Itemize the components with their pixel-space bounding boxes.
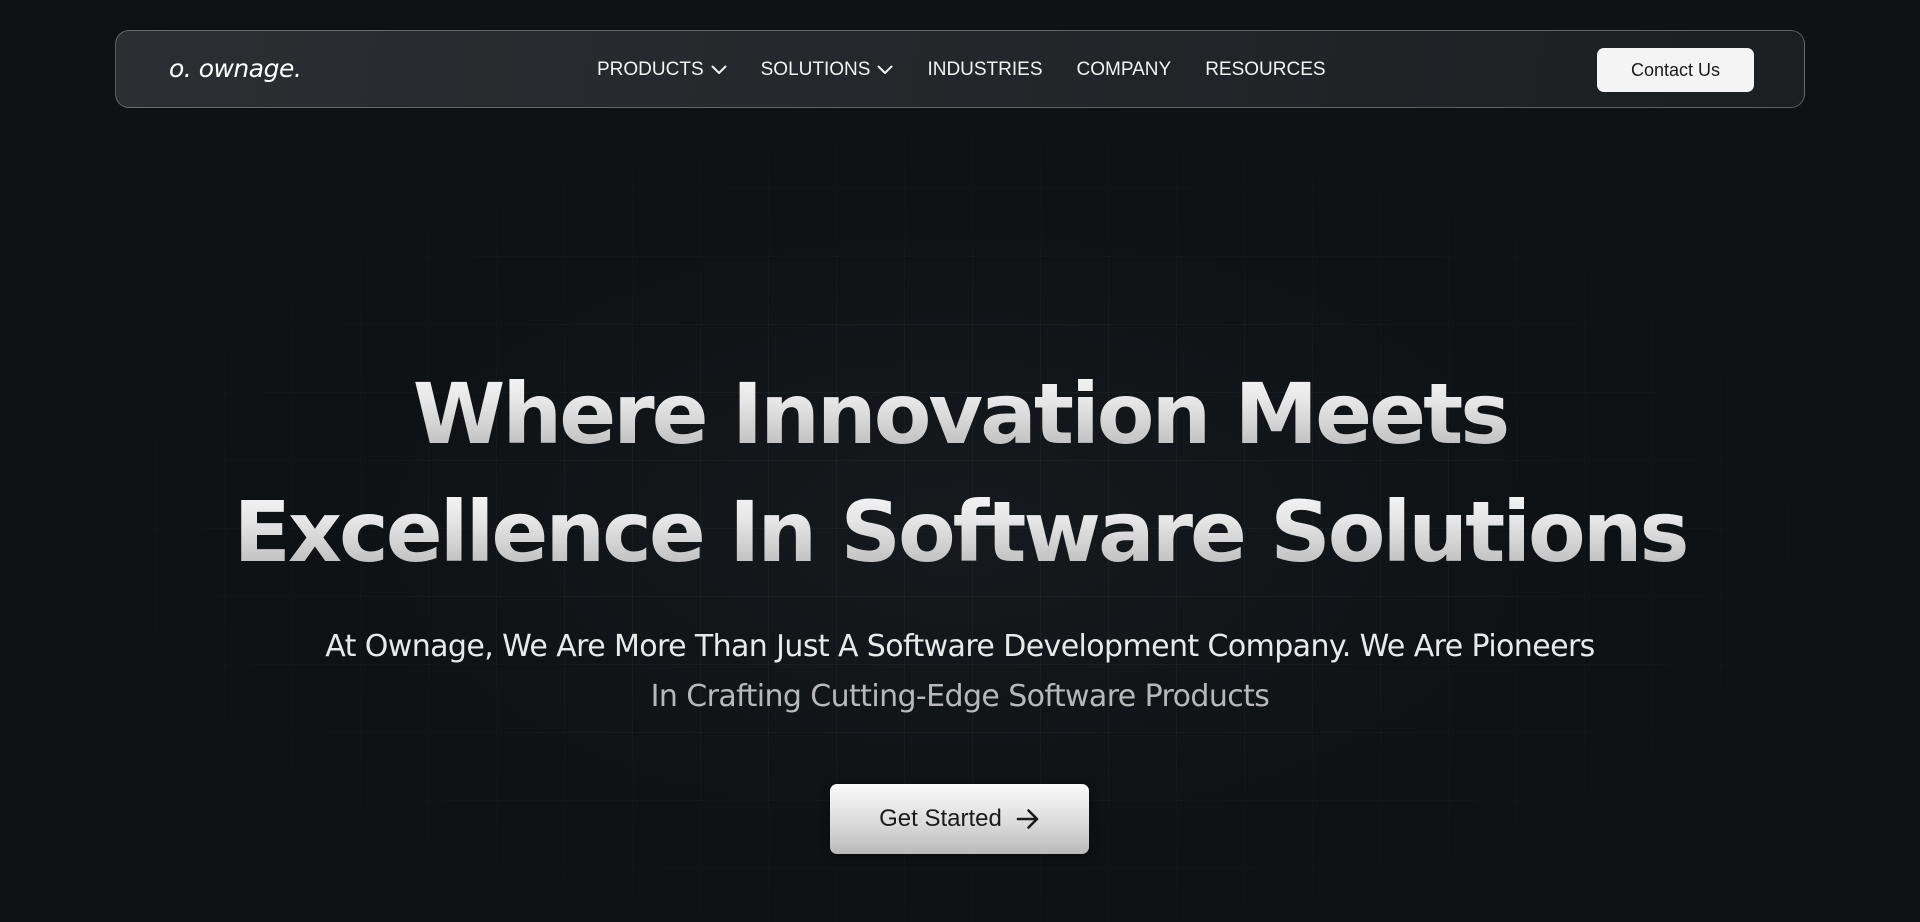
chevron-down-icon	[711, 65, 727, 74]
top-navbar: o. ownage. PRODUCTS SOLUTIONS INDUSTRIES…	[115, 30, 1805, 108]
chevron-down-icon	[877, 65, 893, 74]
ownage-logo[interactable]: o. ownage.	[169, 52, 302, 86]
hero-title: Where Innovation Meets Excellence In Sof…	[0, 355, 1920, 591]
hero-subtitle-line-2: In Crafting Cutting-Edge Software Produc…	[650, 679, 1270, 714]
get-started-label: Get Started	[879, 805, 1002, 832]
hero-subtitle: At Ownage, We Are More Than Just A Softw…	[0, 622, 1920, 722]
nav-item-label: RESOURCES	[1205, 59, 1326, 80]
contact-us-button[interactable]: Contact Us	[1597, 48, 1754, 92]
landing-page: o. ownage. PRODUCTS SOLUTIONS INDUSTRIES…	[0, 0, 1920, 922]
nav-item-label: PRODUCTS	[597, 59, 704, 80]
hero-subtitle-line-1: At Ownage, We Are More Than Just A Softw…	[325, 629, 1595, 664]
nav-item-company[interactable]: COMPANY	[1077, 59, 1172, 81]
nav-item-products[interactable]: PRODUCTS	[597, 59, 727, 81]
nav-item-label: SOLUTIONS	[760, 59, 871, 80]
main-nav: PRODUCTS SOLUTIONS INDUSTRIES COMPANY RE…	[597, 31, 1326, 109]
nav-item-industries[interactable]: INDUSTRIES	[927, 59, 1042, 81]
nav-item-resources[interactable]: RESOURCES	[1205, 59, 1325, 81]
hero-title-line-2: Excellence In Software Solutions	[0, 473, 1920, 591]
nav-item-solutions[interactable]: SOLUTIONS	[761, 59, 894, 81]
hero-title-line-1: Where Innovation Meets	[0, 355, 1920, 473]
get-started-button[interactable]: Get Started	[830, 784, 1089, 854]
nav-item-label: INDUSTRIES	[927, 59, 1043, 80]
nav-item-label: COMPANY	[1076, 59, 1172, 80]
arrow-right-icon	[1016, 809, 1039, 829]
